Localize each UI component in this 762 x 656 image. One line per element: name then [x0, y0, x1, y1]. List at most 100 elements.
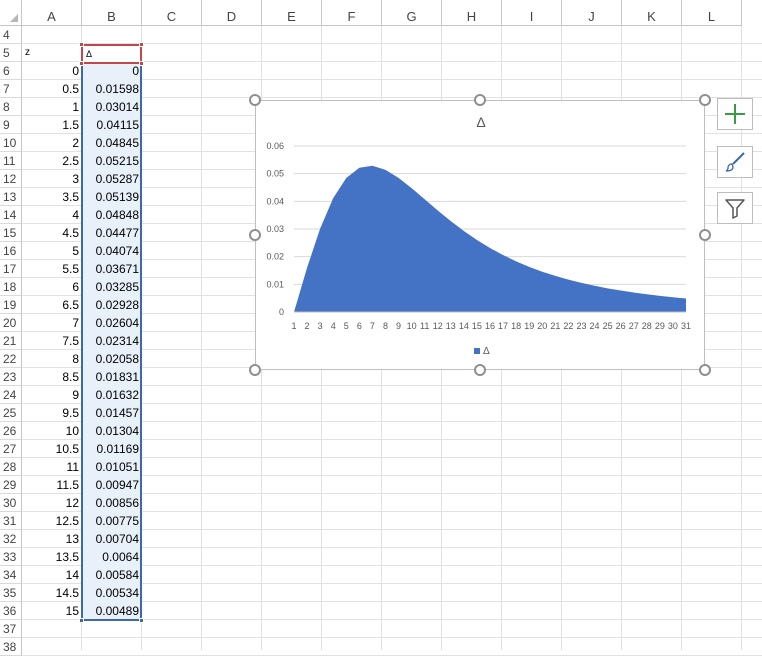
row-header-29[interactable]: 29 — [0, 476, 22, 494]
selected-header-cell-b5[interactable]: Δ — [81, 44, 142, 64]
chart-resize-handle-bottom[interactable] — [474, 364, 486, 376]
cell-a36[interactable]: 15 — [22, 602, 82, 620]
cell-b10[interactable]: 0.04845 — [82, 134, 142, 152]
row-header-28[interactable]: 28 — [0, 458, 22, 476]
chart-elements-button[interactable] — [717, 98, 753, 130]
cell-b32[interactable]: 0.00704 — [82, 530, 142, 548]
row-header-4[interactable]: 4 — [0, 26, 22, 44]
column-header-g[interactable]: G — [382, 0, 442, 26]
chart-resize-handle-top[interactable] — [474, 94, 486, 106]
cell-b30[interactable]: 0.00856 — [82, 494, 142, 512]
cell-a14[interactable]: 4 — [22, 206, 82, 224]
cell-a32[interactable]: 13 — [22, 530, 82, 548]
column-header-k[interactable]: K — [622, 0, 682, 26]
row-header-5[interactable]: 5 — [0, 44, 22, 62]
cell-b8[interactable]: 0.03014 — [82, 98, 142, 116]
chart-resize-handle-top-right[interactable] — [699, 94, 711, 106]
chart-resize-handle-bottom-right[interactable] — [699, 364, 711, 376]
cell-b33[interactable]: 0.0064 — [82, 548, 142, 566]
cell-a8[interactable]: 1 — [22, 98, 82, 116]
row-header-8[interactable]: 8 — [0, 98, 22, 116]
column-header-e[interactable]: E — [262, 0, 322, 26]
cell-b28[interactable]: 0.01051 — [82, 458, 142, 476]
range-handle-b5-top-right[interactable] — [139, 42, 144, 47]
row-header-13[interactable]: 13 — [0, 188, 22, 206]
cell-b15[interactable]: 0.04477 — [82, 224, 142, 242]
cell-a30[interactable]: 12 — [22, 494, 82, 512]
cell-a34[interactable]: 14 — [22, 566, 82, 584]
chart-resize-handle-left[interactable] — [249, 229, 261, 241]
row-header-31[interactable]: 31 — [0, 512, 22, 530]
cell-a22[interactable]: 8 — [22, 350, 82, 368]
cell-b21[interactable]: 0.02314 — [82, 332, 142, 350]
cell-b34[interactable]: 0.00584 — [82, 566, 142, 584]
cell-b29[interactable]: 0.00947 — [82, 476, 142, 494]
row-header-7[interactable]: 7 — [0, 80, 22, 98]
cell-b25[interactable]: 0.01457 — [82, 404, 142, 422]
cell-a35[interactable]: 14.5 — [22, 584, 82, 602]
cell-b31[interactable]: 0.00775 — [82, 512, 142, 530]
row-header-22[interactable]: 22 — [0, 350, 22, 368]
cell-b13[interactable]: 0.05139 — [82, 188, 142, 206]
row-header-35[interactable]: 35 — [0, 584, 22, 602]
cell-a31[interactable]: 12.5 — [22, 512, 82, 530]
cell-b7[interactable]: 0.01598 — [82, 80, 142, 98]
column-header-l[interactable]: L — [682, 0, 742, 26]
row-header-12[interactable]: 12 — [0, 170, 22, 188]
cell-a28[interactable]: 11 — [22, 458, 82, 476]
column-header-i[interactable]: I — [502, 0, 562, 26]
cell-b26[interactable]: 0.01304 — [82, 422, 142, 440]
cell-a17[interactable]: 5.5 — [22, 260, 82, 278]
cell-a18[interactable]: 6 — [22, 278, 82, 296]
row-header-16[interactable]: 16 — [0, 242, 22, 260]
cell-a16[interactable]: 5 — [22, 242, 82, 260]
row-header-26[interactable]: 26 — [0, 422, 22, 440]
cell-b18[interactable]: 0.03285 — [82, 278, 142, 296]
chart-filters-button[interactable] — [717, 192, 753, 224]
cell-a5[interactable]: z — [22, 44, 82, 62]
cell-b14[interactable]: 0.04848 — [82, 206, 142, 224]
row-header-6[interactable]: 6 — [0, 62, 22, 80]
cell-b22[interactable]: 0.02058 — [82, 350, 142, 368]
row-header-14[interactable]: 14 — [0, 206, 22, 224]
row-header-18[interactable]: 18 — [0, 278, 22, 296]
column-header-j[interactable]: J — [562, 0, 622, 26]
cell-b11[interactable]: 0.05215 — [82, 152, 142, 170]
row-header-38[interactable]: 38 — [0, 638, 22, 656]
row-header-36[interactable]: 36 — [0, 602, 22, 620]
chart-resize-handle-right[interactable] — [699, 229, 711, 241]
row-header-21[interactable]: 21 — [0, 332, 22, 350]
chart-resize-handle-bottom-left[interactable] — [249, 364, 261, 376]
chart-styles-button[interactable] — [717, 146, 753, 178]
cell-a11[interactable]: 2.5 — [22, 152, 82, 170]
cell-a29[interactable]: 11.5 — [22, 476, 82, 494]
cell-b35[interactable]: 0.00534 — [82, 584, 142, 602]
select-all-corner[interactable] — [0, 0, 22, 26]
chart-resize-handle-top-left[interactable] — [249, 94, 261, 106]
row-header-20[interactable]: 20 — [0, 314, 22, 332]
series-area-delta[interactable] — [294, 166, 686, 312]
area-chart[interactable]: Δ 00.010.020.030.040.050.061234567891011… — [255, 100, 705, 370]
cell-b20[interactable]: 0.02604 — [82, 314, 142, 332]
cell-b17[interactable]: 0.03671 — [82, 260, 142, 278]
cell-a21[interactable]: 7.5 — [22, 332, 82, 350]
cell-b16[interactable]: 0.04074 — [82, 242, 142, 260]
row-header-25[interactable]: 25 — [0, 404, 22, 422]
column-header-d[interactable]: D — [202, 0, 262, 26]
cell-a25[interactable]: 9.5 — [22, 404, 82, 422]
cell-b36[interactable]: 0.00489 — [82, 602, 142, 620]
row-header-27[interactable]: 27 — [0, 440, 22, 458]
cell-a26[interactable]: 10 — [22, 422, 82, 440]
range-handle-b5-top-left[interactable] — [79, 42, 84, 47]
cell-a24[interactable]: 9 — [22, 386, 82, 404]
row-header-32[interactable]: 32 — [0, 530, 22, 548]
row-header-33[interactable]: 33 — [0, 548, 22, 566]
column-header-c[interactable]: C — [142, 0, 202, 26]
column-header-f[interactable]: F — [322, 0, 382, 26]
cell-b19[interactable]: 0.02928 — [82, 296, 142, 314]
column-header-h[interactable]: H — [442, 0, 502, 26]
cell-a10[interactable]: 2 — [22, 134, 82, 152]
cell-b23[interactable]: 0.01831 — [82, 368, 142, 386]
row-header-24[interactable]: 24 — [0, 386, 22, 404]
cell-b12[interactable]: 0.05287 — [82, 170, 142, 188]
